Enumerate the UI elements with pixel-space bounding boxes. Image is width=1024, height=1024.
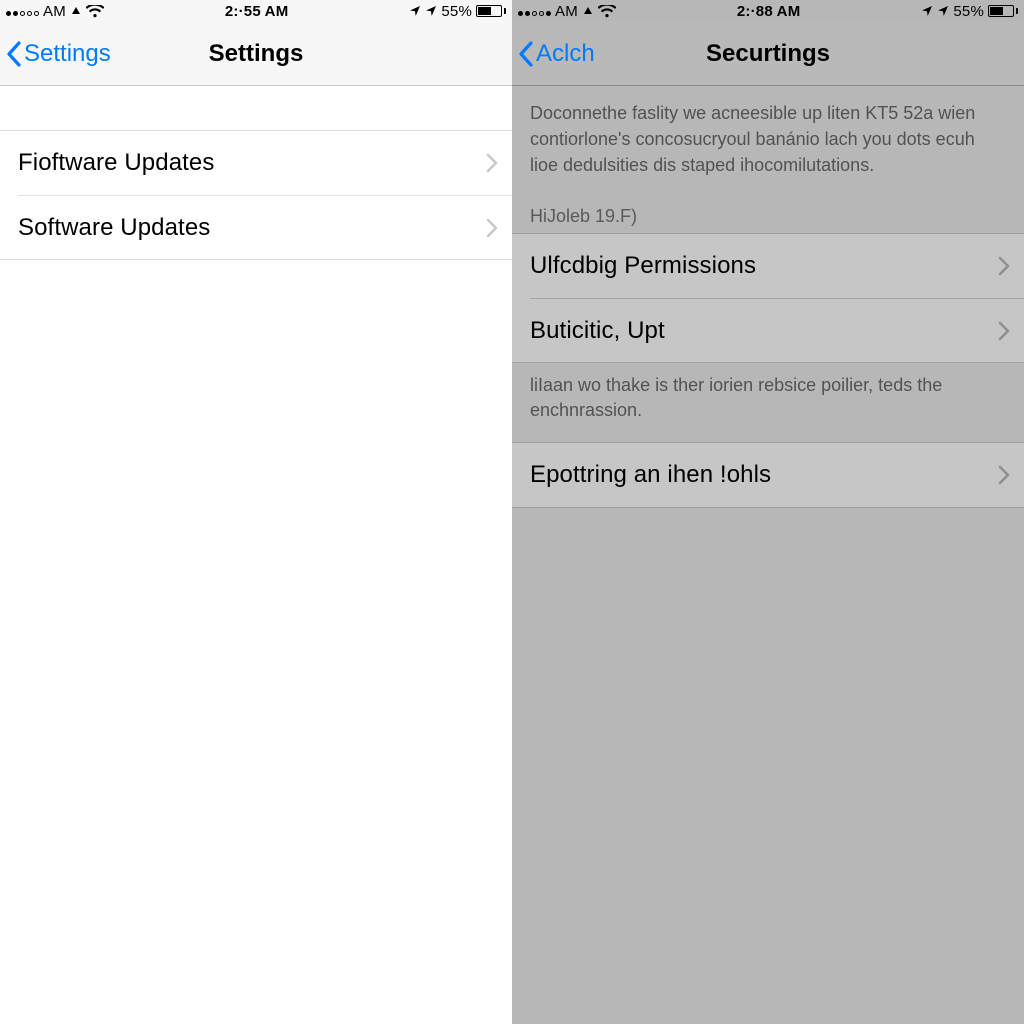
wifi-icon <box>86 5 104 18</box>
status-right: 55% <box>921 3 1018 20</box>
signal-extra-icon <box>70 5 82 17</box>
back-label: Aclch <box>536 40 595 68</box>
chevron-right-icon <box>998 256 1010 276</box>
page-title: Securtings <box>706 40 830 68</box>
page-title: Settings <box>209 40 304 68</box>
battery-icon <box>988 5 1018 17</box>
signal-dots-icon <box>6 6 39 16</box>
status-right: 55% <box>409 3 506 20</box>
content: Doconnethe faslity we acneesible up lite… <box>512 86 1024 1024</box>
chevron-right-icon <box>998 321 1010 341</box>
wifi-icon <box>598 5 616 18</box>
carrier-label: AM <box>43 3 66 20</box>
row-group-2: Epottring an ihen !ohls <box>512 442 1024 508</box>
row-software-updates-1[interactable]: Fioftware Updates <box>0 131 512 195</box>
status-left: AM <box>6 3 104 20</box>
back-label: Settings <box>24 40 111 68</box>
description-text: Doconnethe faslity we acneesible up lite… <box>512 86 1024 188</box>
carrier-label: AM <box>555 3 578 20</box>
status-bar: AM 2:·88 AM 55% <box>512 0 1024 22</box>
content: Fioftware Updates Software Updates <box>0 86 512 1024</box>
row-label: Buticitic, Upt <box>530 317 665 345</box>
chevron-left-icon <box>518 41 534 67</box>
back-button[interactable]: Settings <box>6 22 111 85</box>
canvas: AM 2:·55 AM 55% <box>0 0 1024 1024</box>
battery-icon <box>476 5 506 17</box>
chevron-left-icon <box>6 41 22 67</box>
status-time: 2:·55 AM <box>225 3 289 20</box>
row-buticitic[interactable]: Buticitic, Upt <box>530 298 1024 362</box>
left-pane: AM 2:·55 AM 55% <box>0 0 512 1024</box>
right-pane: AM 2:·88 AM 55% <box>512 0 1024 1024</box>
status-bar: AM 2:·55 AM 55% <box>0 0 512 22</box>
nav-bar: Aclch Securtings <box>512 22 1024 86</box>
row-group-1: Ulfcdbig Permissions Buticitic, Upt <box>512 233 1024 363</box>
row-epottring[interactable]: Epottring an ihen !ohls <box>512 443 1024 507</box>
status-left: AM <box>518 3 616 20</box>
location-icon <box>425 5 437 17</box>
row-software-updates-2[interactable]: Software Updates <box>18 195 512 259</box>
signal-extra-icon <box>582 5 594 17</box>
group-spacer <box>0 86 512 130</box>
row-label: Ulfcdbig Permissions <box>530 252 756 280</box>
row-group: Fioftware Updates Software Updates <box>0 130 512 260</box>
row-label: Software Updates <box>18 214 210 242</box>
footer-note: liIaan wo thake is ther iorien rebsice p… <box>512 363 1024 441</box>
row-label: Epottring an ihen !ohls <box>530 461 771 489</box>
back-button[interactable]: Aclch <box>518 22 595 85</box>
battery-percent: 55% <box>441 3 472 20</box>
section-header: HiJoleb 19.F) <box>512 188 1024 233</box>
nav-bar: Settings Settings <box>0 22 512 86</box>
chevron-right-icon <box>486 153 498 173</box>
row-permissions[interactable]: Ulfcdbig Permissions <box>512 234 1024 298</box>
row-label: Fioftware Updates <box>18 149 214 177</box>
status-time: 2:·88 AM <box>737 3 801 20</box>
chevron-right-icon <box>998 465 1010 485</box>
chevron-right-icon <box>486 218 498 238</box>
location-icon <box>921 5 933 17</box>
signal-dots-icon <box>518 6 551 16</box>
location-icon <box>409 5 421 17</box>
battery-percent: 55% <box>953 3 984 20</box>
location-icon <box>937 5 949 17</box>
